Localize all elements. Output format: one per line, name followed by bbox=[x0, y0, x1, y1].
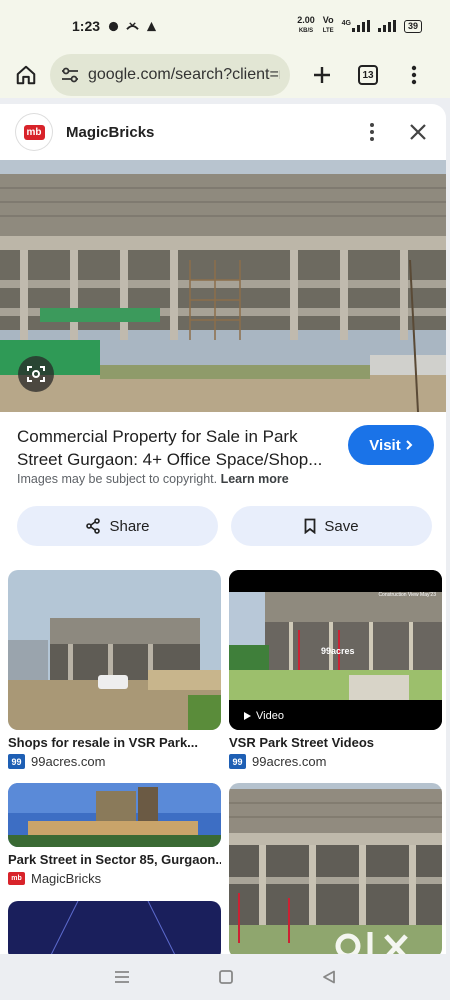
related-card[interactable]: Construction View May'23 99acres Video V… bbox=[229, 570, 442, 769]
more-vert-icon bbox=[370, 123, 374, 141]
related-source: mb MagicBricks bbox=[8, 871, 221, 886]
tabs-icon: 13 bbox=[358, 65, 378, 85]
related-source-name: 99acres.com bbox=[252, 754, 327, 769]
favicon-99acres: 99 bbox=[8, 754, 25, 769]
status-time: 1:23 bbox=[72, 18, 101, 34]
net-speed-value: 2.00 bbox=[297, 15, 315, 25]
missed-call-icon bbox=[126, 21, 139, 30]
signal-bars-icon bbox=[351, 20, 370, 32]
learn-more-link[interactable]: Learn more bbox=[221, 472, 289, 486]
home-icon bbox=[16, 65, 36, 85]
lens-icon bbox=[27, 366, 45, 382]
favicon-99acres: 99 bbox=[229, 754, 246, 769]
related-source-name: MagicBricks bbox=[31, 871, 102, 886]
video-watermark: 99acres bbox=[321, 646, 355, 656]
image-result-panel: mb MagicBricks Commercial Property for S… bbox=[0, 104, 446, 556]
close-panel-button[interactable] bbox=[406, 120, 430, 144]
network-type: 4G bbox=[341, 20, 351, 27]
video-badge-label: Video bbox=[256, 710, 284, 722]
source-name[interactable]: MagicBricks bbox=[66, 124, 154, 141]
related-card[interactable]: Shops for resale in VSR Park... 99 99acr… bbox=[8, 570, 221, 769]
related-title[interactable]: Shops for resale in VSR Park... bbox=[8, 735, 221, 750]
hero-image[interactable] bbox=[0, 160, 446, 412]
related-card[interactable]: Park Street in Sector 85, Gurgaon... mb … bbox=[8, 783, 221, 886]
video-caption: Construction View May'23 bbox=[378, 592, 436, 598]
back-nav-icon[interactable] bbox=[322, 970, 336, 984]
building-photo bbox=[0, 160, 446, 412]
copyright-text: Images may be subject to copyright. bbox=[17, 472, 218, 486]
browser-menu-button[interactable] bbox=[396, 57, 432, 93]
home-button[interactable] bbox=[12, 61, 40, 89]
related-thumbnail[interactable] bbox=[8, 570, 221, 730]
google-lens-button[interactable] bbox=[18, 356, 54, 392]
home-nav-icon[interactable] bbox=[219, 970, 233, 984]
system-nav-bar bbox=[0, 954, 450, 1000]
save-label: Save bbox=[324, 517, 359, 535]
volte-top: Vo bbox=[322, 15, 334, 25]
volte-indicator: Vo LTE bbox=[323, 16, 334, 36]
related-card[interactable] bbox=[8, 901, 221, 954]
volte-bottom: LTE bbox=[322, 28, 334, 34]
status-bar: 1:23 2.00 KB/S Vo LTE 4G 39 bbox=[0, 0, 450, 52]
battery-icon: 39 bbox=[403, 19, 422, 33]
url-text: google.com/search?client=m bbox=[88, 66, 280, 83]
signal-bars-2-icon bbox=[377, 20, 396, 32]
copyright-notice: Images may be subject to copyright. Lear… bbox=[17, 472, 289, 486]
favicon-magicbricks: mb bbox=[8, 872, 25, 885]
tune-icon[interactable] bbox=[60, 65, 80, 85]
related-source: 99 99acres.com bbox=[229, 754, 442, 769]
visit-button[interactable]: Visit bbox=[348, 425, 434, 465]
share-label: Share bbox=[109, 517, 150, 535]
notification-icons bbox=[108, 21, 157, 32]
share-button[interactable]: Share bbox=[17, 506, 218, 546]
chevron-right-icon bbox=[405, 440, 413, 450]
tab-switcher-button[interactable]: 13 bbox=[350, 57, 386, 93]
related-images-grid: Shops for resale in VSR Park... 99 99acr… bbox=[0, 556, 446, 954]
result-title[interactable]: Commercial Property for Sale in Park Str… bbox=[17, 425, 335, 471]
play-icon bbox=[244, 712, 251, 720]
address-bar[interactable]: google.com/search?client=m bbox=[50, 54, 290, 96]
related-source: 99 99acres.com bbox=[8, 754, 221, 769]
share-icon bbox=[86, 518, 101, 534]
source-logo: mb bbox=[16, 114, 52, 150]
menu-nav-icon[interactable] bbox=[114, 970, 130, 984]
plus-icon bbox=[314, 67, 330, 83]
new-tab-button[interactable] bbox=[304, 57, 340, 93]
panel-more-button[interactable] bbox=[360, 120, 384, 144]
signal-1: 4G bbox=[342, 20, 370, 32]
panel-header: mb MagicBricks bbox=[0, 104, 446, 160]
bookmark-icon bbox=[304, 518, 316, 534]
net-speed: 2.00 KB/S bbox=[297, 16, 315, 36]
video-badge: Video bbox=[237, 708, 290, 724]
save-button[interactable]: Save bbox=[231, 506, 432, 546]
browser-toolbar: google.com/search?client=m 13 bbox=[0, 52, 450, 98]
related-title[interactable]: VSR Park Street Videos bbox=[229, 735, 442, 750]
related-thumbnail[interactable] bbox=[8, 901, 221, 954]
related-thumbnail[interactable] bbox=[8, 783, 221, 847]
close-icon bbox=[410, 124, 426, 140]
source-logo-text: mb bbox=[23, 124, 45, 140]
related-thumbnail[interactable]: Construction View May'23 99acres Video bbox=[229, 570, 442, 730]
warning-icon bbox=[146, 21, 157, 31]
related-title[interactable]: Park Street in Sector 85, Gurgaon... bbox=[8, 852, 221, 867]
net-speed-unit: KB/S bbox=[298, 28, 314, 34]
visit-label: Visit bbox=[369, 436, 401, 454]
related-source-name: 99acres.com bbox=[31, 754, 106, 769]
whatsapp-icon bbox=[108, 21, 119, 31]
more-vert-icon bbox=[411, 65, 417, 85]
